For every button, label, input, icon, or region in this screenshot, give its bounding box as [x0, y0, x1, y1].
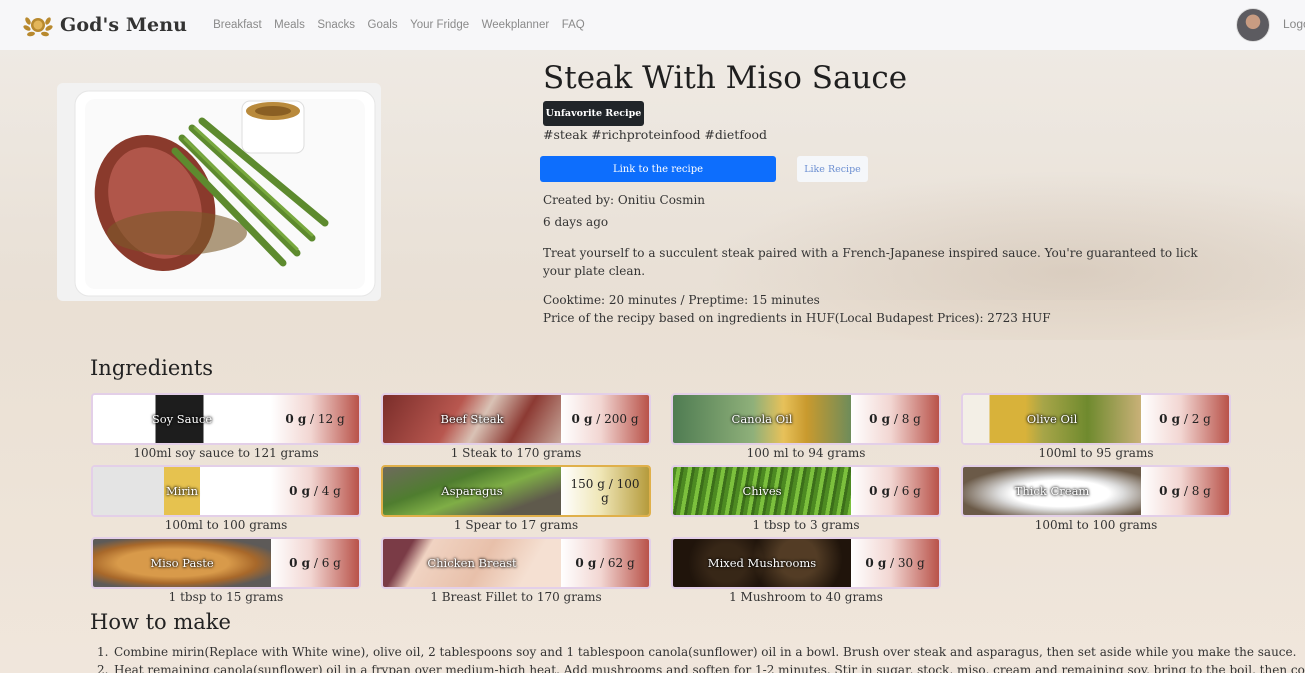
- nav-links: Breakfast Meals Snacks Goals Your Fridge…: [213, 19, 597, 31]
- ingredient-tile[interactable]: Chives 0 g / 6 g: [671, 465, 941, 517]
- avatar[interactable]: [1236, 8, 1270, 42]
- ingredient-card[interactable]: Chicken Breast 0 g / 62 g 1 Breast Fille…: [381, 537, 651, 609]
- recipe-description: Treat yourself to a succulent steak pair…: [543, 246, 1198, 278]
- ingredient-card[interactable]: Olive Oil 0 g / 2 g 100ml to 95 grams: [961, 393, 1231, 465]
- ingredient-name: Olive Oil: [1026, 412, 1078, 426]
- ingredient-name: Asparagus: [441, 484, 503, 498]
- ingredient-tile[interactable]: Thick Cream 0 g / 8 g: [961, 465, 1231, 517]
- ingredient-card[interactable]: Mixed Mushrooms 0 g / 30 g 1 Mushroom to…: [671, 537, 941, 609]
- ingredient-tile[interactable]: Canola Oil 0 g / 8 g: [671, 393, 941, 445]
- ingredient-conversion: 100 ml to 94 grams: [746, 446, 866, 460]
- recipe-tags: #steak #richproteinfood #dietfood: [543, 127, 768, 142]
- ingredient-conversion: 1 tbsp to 3 grams: [752, 518, 860, 532]
- ingredient-tile[interactable]: Soy Sauce 0 g / 12 g: [91, 393, 361, 445]
- ingredient-amount: 0 g / 8 g: [851, 395, 939, 443]
- nav-faq[interactable]: FAQ: [562, 19, 585, 31]
- logout-link[interactable]: Logo: [1283, 17, 1305, 31]
- nav-meals[interactable]: Meals: [274, 19, 305, 31]
- nav-snacks[interactable]: Snacks: [317, 19, 355, 31]
- recipe-page: Steak With Miso Sauce Unfavorite Recipe …: [0, 50, 1305, 673]
- step-number: 2.: [97, 663, 109, 673]
- brand[interactable]: God's Menu: [22, 9, 187, 41]
- ingredient-name: Chives: [742, 484, 782, 498]
- ingredient-card[interactable]: Beef Steak 0 g / 200 g 1 Steak to 170 gr…: [381, 393, 651, 465]
- created-by: Created by: Onitiu Cosmin: [543, 193, 706, 207]
- ingredients-heading: Ingredients: [90, 356, 214, 380]
- unfavorite-button[interactable]: Unfavorite Recipe: [543, 101, 644, 126]
- ingredient-amount: 0 g / 30 g: [851, 539, 939, 587]
- nav-your-fridge[interactable]: Your Fridge: [410, 19, 469, 31]
- ingredient-amount: 0 g / 200 g: [561, 395, 649, 443]
- ingredient-conversion: 1 tbsp to 15 grams: [168, 590, 284, 604]
- ingredient-name: Soy Sauce: [151, 412, 213, 426]
- recipe-times: Cooktime: 20 minutes / Preptime: 15 minu…: [543, 293, 820, 307]
- brand-name: God's Menu: [60, 14, 188, 36]
- ingredient-card[interactable]: Soy Sauce 0 g / 12 g 100ml soy sauce to …: [91, 393, 361, 465]
- created-ago: 6 days ago: [543, 215, 609, 229]
- ingredient-tile[interactable]: Miso Paste 0 g / 6 g: [91, 537, 361, 589]
- step-item: 1. Combine mirin(Replace with White wine)…: [97, 645, 1297, 659]
- ingredient-conversion: 1 Spear to 17 grams: [453, 518, 579, 532]
- ingredient-name: Mixed Mushrooms: [707, 556, 817, 570]
- ingredient-amount: 0 g / 62 g: [561, 539, 649, 587]
- ingredient-tile[interactable]: Mirin 0 g / 4 g: [91, 465, 361, 517]
- ingredient-name: Canola Oil: [731, 412, 793, 426]
- ingredient-card[interactable]: Thick Cream 0 g / 8 g 100ml to 100 grams: [961, 465, 1231, 537]
- ingredient-conversion: 1 Mushroom to 40 grams: [729, 590, 883, 604]
- ingredient-tile[interactable]: Olive Oil 0 g / 2 g: [961, 393, 1231, 445]
- ingredient-card[interactable]: Canola Oil 0 g / 8 g 100 ml to 94 grams: [671, 393, 941, 465]
- ingredient-tile[interactable]: Chicken Breast 0 g / 62 g: [381, 537, 651, 589]
- like-recipe-button[interactable]: Like Recipe: [797, 156, 868, 182]
- ingredient-amount: 0 g / 2 g: [1141, 395, 1229, 443]
- ingredient-tile[interactable]: Asparagus 150 g / 100 g: [381, 465, 651, 517]
- ingredient-card[interactable]: Miso Paste 0 g / 6 g 1 tbsp to 15 grams: [91, 537, 361, 609]
- ingredient-card[interactable]: Mirin 0 g / 4 g 100ml to 100 grams: [91, 465, 361, 537]
- nav-weekplanner[interactable]: Weekplanner: [482, 19, 550, 31]
- nav-breakfast[interactable]: Breakfast: [213, 19, 262, 31]
- link-to-recipe-button[interactable]: Link to the recipe: [540, 156, 776, 182]
- ingredient-amount: 150 g / 100 g: [561, 467, 649, 515]
- ingredient-name: Chicken Breast: [427, 556, 517, 570]
- steps-list: 1. Combine mirin(Replace with White wine)…: [97, 643, 1305, 673]
- laurel-logo-icon: [23, 17, 53, 37]
- navbar: God's Menu Breakfast Meals Snacks Goals …: [0, 0, 1305, 50]
- step-item: 2. Heat remaining canola(sunflower) oil i…: [97, 661, 1305, 673]
- ingredient-conversion: 1 Steak to 170 grams: [450, 446, 582, 460]
- ingredient-conversion: 100ml to 95 grams: [1038, 446, 1154, 460]
- ingredient-conversion: 100ml to 100 grams: [164, 518, 288, 532]
- ingredient-name: Beef Steak: [440, 412, 504, 426]
- ingredient-amount: 0 g / 6 g: [851, 467, 939, 515]
- ingredient-amount: 0 g / 4 g: [271, 467, 359, 515]
- ingredient-conversion: 100ml to 100 grams: [1034, 518, 1158, 532]
- ingredient-amount: 0 g / 6 g: [271, 539, 359, 587]
- how-to-make-heading: How to make: [90, 610, 231, 634]
- recipe-image: [57, 83, 381, 301]
- ingredient-name: Thick Cream: [1014, 484, 1090, 498]
- ingredient-tile[interactable]: Beef Steak 0 g / 200 g: [381, 393, 651, 445]
- ingredient-amount: 0 g / 12 g: [271, 395, 359, 443]
- ingredient-card[interactable]: Chives 0 g / 6 g 1 tbsp to 3 grams: [671, 465, 941, 537]
- ingredient-name: Miso Paste: [150, 556, 214, 570]
- step-number: 1.: [97, 645, 109, 659]
- ingredient-tile[interactable]: Mixed Mushrooms 0 g / 30 g: [671, 537, 941, 589]
- ingredient-card[interactable]: Asparagus 150 g / 100 g 1 Spear to 17 gr…: [381, 465, 651, 537]
- recipe-price: Price of the recipy based on ingredients…: [543, 311, 1051, 325]
- ingredient-name: Mirin: [165, 484, 199, 498]
- ingredient-amount: 0 g / 8 g: [1141, 467, 1229, 515]
- ingredient-conversion: 1 Breast Fillet to 170 grams: [430, 590, 602, 604]
- nav-goals[interactable]: Goals: [368, 19, 398, 31]
- page-title: Steak With Miso Sauce: [543, 60, 908, 96]
- ingredient-conversion: 100ml soy sauce to 121 grams: [133, 446, 319, 460]
